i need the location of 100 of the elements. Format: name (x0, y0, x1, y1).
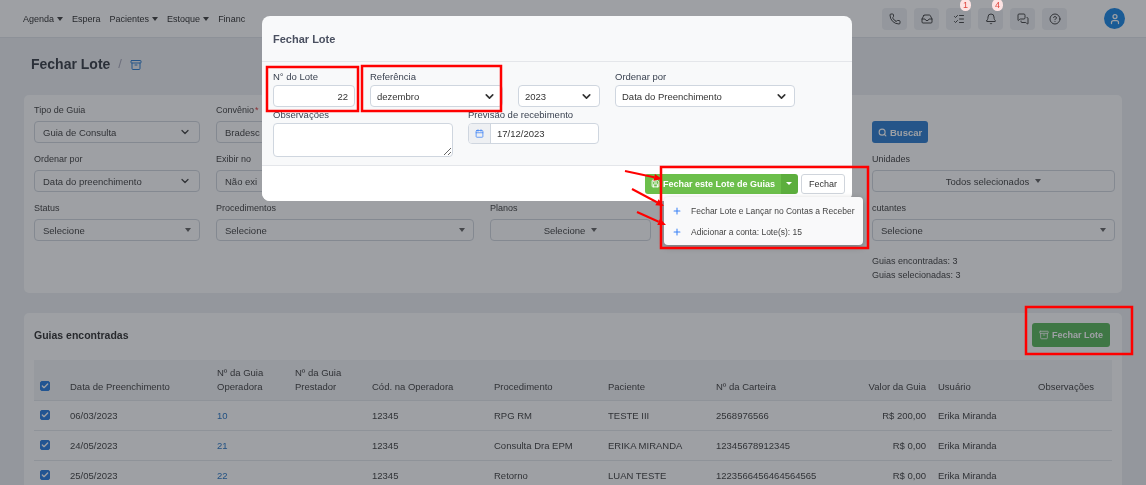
caret-icon (786, 182, 793, 185)
menu-item[interactable]: Fechar Lote e Lançar no Contas a Receber (664, 200, 863, 221)
field-label: Tipo de Guia (34, 105, 86, 117)
count-text: Guias selecionadas: 3 (872, 270, 962, 280)
annotation-arrow (624, 170, 662, 181)
multiselect-field[interactable]: Selecione (490, 219, 651, 241)
select-field[interactable]: Selecione (872, 219, 1115, 241)
table-cell: Retorno (494, 469, 528, 481)
row-checkbox[interactable] (40, 409, 50, 420)
table-cell: ERIKA MIRANDA (608, 439, 683, 451)
caret-icon (1100, 228, 1106, 232)
table-cell: TESTE III (608, 409, 650, 421)
select-all-checkbox[interactable] (40, 380, 50, 391)
column-header: Paciente (602, 360, 710, 400)
nav-menu-item[interactable]: Espera (72, 13, 101, 24)
annotation-arrow (636, 211, 666, 225)
row-checkbox[interactable] (40, 439, 50, 450)
nav-menu-item[interactable]: Pacientes (109, 13, 159, 24)
field-label: Ordenar por (34, 154, 83, 166)
page-title: Fechar Lote (31, 56, 111, 72)
table-cell: 12345 (372, 439, 399, 451)
column-header: Valor da Guia (832, 360, 932, 400)
table-cell: 12345 (372, 469, 399, 481)
table-cell: 12345 (372, 409, 399, 421)
table-cell: Erika Miranda (938, 409, 997, 421)
date-field[interactable]: 17/12/2023 (468, 123, 599, 144)
toolbar-icon-button[interactable] (978, 7, 1003, 30)
select-field[interactable]: Guia de Consulta (34, 121, 200, 143)
table-cell: 06/03/2023 (70, 409, 118, 421)
field-label: Status (34, 203, 60, 215)
table-cell: R$ 200,00 (882, 409, 926, 421)
field-label: Previsão de recebimento (468, 109, 575, 121)
field-label: Observações (273, 109, 330, 121)
caret-icon (459, 228, 465, 232)
table-cell: 24/05/2023 (70, 439, 118, 451)
select-field[interactable]: dezembro (370, 85, 503, 107)
table-cell: R$ 0,00 (892, 439, 926, 451)
search-button[interactable]: Buscar (872, 121, 929, 143)
column-header: Nº da Carteira (710, 360, 832, 400)
table-cell: 2568976566 (716, 409, 769, 421)
field-label: Exibir no (216, 154, 251, 166)
multiselect-field[interactable]: Todos selecionados (872, 170, 1115, 192)
select-field[interactable]: Data do Preenchimento (615, 85, 795, 107)
table-cell: R$ 0,00 (892, 469, 926, 481)
caret-icon (1035, 179, 1042, 183)
select-field[interactable]: 2023 (518, 85, 600, 107)
table-cell: LUAN TESTE (608, 469, 667, 481)
help-icon (1048, 12, 1061, 25)
column-header: Data de Preenchimento (64, 360, 211, 400)
table-cell: Consulta Dra EPM (494, 439, 573, 451)
table-cell: RPG RM (494, 409, 532, 421)
table-cell: Erika Miranda (938, 439, 997, 451)
breadcrumb-separator: / (118, 56, 122, 71)
section-title: Guias encontradas (34, 328, 129, 341)
phone-icon (888, 12, 901, 25)
row-checkbox[interactable] (40, 469, 50, 480)
guide-link[interactable]: 22 (217, 469, 228, 481)
bell-icon (984, 12, 997, 25)
field-label: Unidades (872, 154, 911, 166)
table-cell: 1223566456464564565 (716, 469, 817, 481)
column-header: Nº da Guia Prestador (289, 360, 366, 400)
count-badge: 1 (960, 0, 971, 11)
guide-link[interactable]: 21 (217, 439, 228, 451)
annotation-arrow (631, 188, 664, 206)
nav-menu-item[interactable]: Agenda (23, 13, 64, 24)
save-icon (650, 179, 660, 188)
column-header: Procedimento (488, 360, 602, 400)
plus-icon (672, 205, 682, 216)
field-label: Convênio* (216, 105, 259, 117)
field-label: Ordenar por (615, 71, 668, 83)
nav-menu-item[interactable]: Financ (218, 13, 246, 24)
column-header: Nº da Guia Operadora (211, 360, 289, 400)
close-button[interactable]: Fechar (801, 173, 845, 194)
archive-icon (130, 59, 142, 71)
archive-icon (1039, 329, 1049, 340)
calendar-icon (475, 129, 484, 138)
avatar[interactable] (1104, 8, 1125, 29)
field-label: Planos (490, 203, 518, 215)
table-cell: 12345678912345 (716, 439, 790, 451)
column-header: Usuário (932, 360, 1032, 400)
caret-icon (185, 228, 191, 232)
column-header: Observações (1032, 360, 1112, 400)
table-cell: Erika Miranda (938, 469, 997, 481)
select-field[interactable]: Selecione (216, 219, 474, 241)
column-header: Cód. na Operadora (366, 360, 488, 400)
modal-title: Fechar Lote (273, 32, 336, 45)
count-text: Guias encontradas: 3 (872, 256, 959, 266)
toolbar-icon-button[interactable] (946, 7, 971, 30)
select-field[interactable]: Selecione (34, 219, 200, 241)
checklist-icon (952, 12, 965, 25)
caret-icon (591, 228, 598, 232)
guide-link[interactable]: 10 (217, 409, 228, 421)
menu-item[interactable]: Adicionar a conta: Lote(s): 15 (664, 221, 863, 242)
lot-number-field[interactable]: 22 (273, 85, 355, 107)
select-field[interactable]: Data do preenchimento (34, 170, 200, 192)
search-icon (878, 127, 887, 137)
user-icon (1108, 12, 1121, 25)
plus-icon (672, 226, 682, 237)
nav-menu-item[interactable]: Estoque (167, 13, 210, 24)
notes-field[interactable] (273, 123, 453, 157)
